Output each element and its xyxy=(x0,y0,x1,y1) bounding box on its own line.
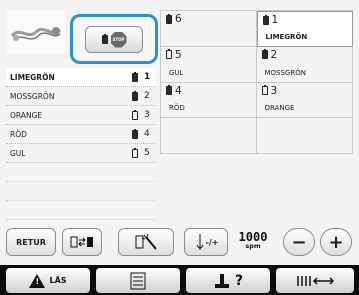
spool-icon xyxy=(166,85,172,95)
color-name: LIMEGRÖN xyxy=(10,72,55,82)
color-list-item[interactable]: ORANGE 3 xyxy=(6,106,156,125)
spool-magic-icon xyxy=(135,233,157,250)
thread-tension-button[interactable]: -/+ xyxy=(184,228,228,256)
speed-plus-button[interactable]: + xyxy=(320,228,352,256)
thread-setting-button[interactable] xyxy=(118,228,174,256)
spool-icon xyxy=(262,14,269,25)
needle-color-name: GUL xyxy=(169,68,184,77)
needle-number: 4 xyxy=(175,84,182,97)
color-list-item[interactable]: MOSSGRÖN 2 xyxy=(6,87,156,106)
needle-number: 5 xyxy=(144,148,150,158)
speed-display: 1000 spm xyxy=(233,230,273,256)
needle-cell[interactable]: 4 RÖD xyxy=(160,82,257,119)
needle-bar-arrow-icon xyxy=(297,275,335,286)
stop-button[interactable]: STOP xyxy=(85,26,143,53)
needle-number: 3 xyxy=(144,110,150,120)
checklist-button[interactable] xyxy=(96,268,180,293)
needle-number: 1 xyxy=(271,14,279,26)
needle-number: 2 xyxy=(270,48,278,61)
needle-number: 4 xyxy=(144,129,150,139)
color-name: RÖD xyxy=(10,129,27,139)
needle-cell[interactable]: 3 ORANGE xyxy=(256,82,353,119)
needle-color-name: RÖD xyxy=(169,104,185,113)
needle-color-name: LIMEGRÖN xyxy=(265,32,308,41)
needle-color-name: ORANGE xyxy=(264,104,295,113)
needle-position-button[interactable] xyxy=(276,268,354,293)
spool-icon xyxy=(132,128,138,139)
needle-icon xyxy=(196,234,203,250)
thread-swap-icon xyxy=(70,236,93,248)
color-list-item[interactable]: GUL 5 xyxy=(6,144,156,163)
needle-cell-empty xyxy=(160,118,257,154)
color-name: GUL xyxy=(10,148,26,158)
color-list-item[interactable]: RÖD 4 xyxy=(6,125,156,144)
lock-label: LÅS xyxy=(49,276,67,285)
needle-number: 5 xyxy=(175,48,182,61)
needle-cell-empty xyxy=(256,118,353,154)
empty-list-row xyxy=(6,182,156,201)
warning-icon: ! xyxy=(29,273,46,288)
empty-list-row xyxy=(6,201,156,220)
color-name: ORANGE xyxy=(10,110,43,120)
thread-color-list: LIMEGRÖN 1 MOSSGRÖN 2 ORANGE 3 RÖD 4 GUL… xyxy=(6,68,156,220)
spool-icon xyxy=(166,13,172,24)
needle-cell[interactable]: 5 GUL xyxy=(160,46,257,83)
needle-number: 6 xyxy=(175,13,182,25)
needle-cell[interactable]: 2 MOSSGRÖN xyxy=(256,46,353,83)
needle-cell[interactable]: 6 xyxy=(160,11,257,47)
toolbar: RETUR -/+ 1000 spm − + xyxy=(0,228,359,264)
needle-color-name: MOSSGRÖN xyxy=(264,68,306,77)
spool-icon xyxy=(132,71,138,82)
empty-list-row xyxy=(6,163,156,182)
return-button[interactable]: RETUR xyxy=(6,228,56,256)
spool-icon xyxy=(261,85,268,95)
spool-icon xyxy=(132,147,138,158)
help-button[interactable]: ? xyxy=(186,268,270,293)
spool-icon xyxy=(101,34,108,44)
needle-number: 1 xyxy=(144,72,151,82)
design-preview xyxy=(6,10,66,54)
machine-icon xyxy=(214,273,229,288)
stop-icon: STOP xyxy=(110,31,127,48)
bottom-bar: ! LÅS ? xyxy=(0,265,359,295)
embroidery-preview-icon xyxy=(10,27,62,41)
spool-icon xyxy=(166,49,172,60)
needle-cell-active[interactable]: 1 LIMEGRÖN xyxy=(256,11,353,47)
color-list-item[interactable]: LIMEGRÖN 1 xyxy=(6,68,156,87)
stop-button-frame: STOP xyxy=(70,14,158,64)
help-label: ? xyxy=(234,272,244,289)
needle-bar-grid: 6 1 LIMEGRÖN 5 GUL 2 MOSSGRÖN 4 RÖD 3 OR… xyxy=(160,10,353,154)
needle-number: 3 xyxy=(270,84,278,97)
spool-icon xyxy=(132,109,138,120)
lock-button[interactable]: ! LÅS xyxy=(6,268,90,293)
thread-swap-button[interactable] xyxy=(62,228,102,256)
embroidery-screen: STOP LIMEGRÖN 1 MOSSGRÖN 2 ORANGE 3 RÖD … xyxy=(0,0,359,295)
spool-icon xyxy=(132,90,138,101)
thread-speed-label: -/+ xyxy=(205,237,219,247)
checklist-icon xyxy=(130,272,146,289)
color-name: MOSSGRÖN xyxy=(10,91,55,101)
speed-minus-button[interactable]: − xyxy=(283,228,315,256)
needle-number: 2 xyxy=(144,91,150,101)
spool-icon xyxy=(261,49,268,60)
